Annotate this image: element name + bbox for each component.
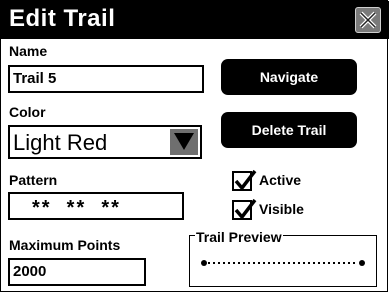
title-bar: Edit Trail: [1, 1, 389, 39]
delete-trail-button[interactable]: Delete Trail: [221, 112, 357, 148]
trail-preview-title: Trail Preview: [195, 229, 283, 245]
name-label: Name: [9, 43, 48, 59]
edit-trail-dialog: Edit Trail Name Trail 5 Color Light Red …: [0, 0, 389, 292]
navigate-button[interactable]: Navigate: [221, 59, 357, 95]
pattern-label: Pattern: [9, 172, 58, 188]
color-select[interactable]: Light Red: [8, 125, 202, 159]
visible-checkbox[interactable]: [232, 198, 257, 220]
name-field[interactable]: Trail 5: [8, 65, 204, 93]
max-points-field[interactable]: 2000: [8, 258, 146, 286]
checkmark-icon: [234, 198, 257, 220]
close-icon: [359, 11, 377, 29]
pattern-field[interactable]: ** ** **: [8, 192, 184, 220]
max-points-value: 2000: [13, 263, 47, 280]
checkmark-icon: [234, 169, 257, 191]
pattern-value: ** ** **: [32, 197, 121, 219]
active-checkbox[interactable]: [232, 169, 257, 191]
dialog-title: Edit Trail: [9, 5, 116, 32]
active-label: Active: [259, 172, 302, 188]
max-points-label: Maximum Points: [9, 237, 121, 253]
dropdown-arrow-icon[interactable]: [170, 129, 198, 155]
color-label: Color: [9, 104, 46, 120]
close-button[interactable]: [355, 7, 381, 33]
name-value: Trail 5: [13, 70, 57, 87]
color-value: Light Red: [13, 130, 108, 155]
visible-label: Visible: [259, 201, 304, 217]
